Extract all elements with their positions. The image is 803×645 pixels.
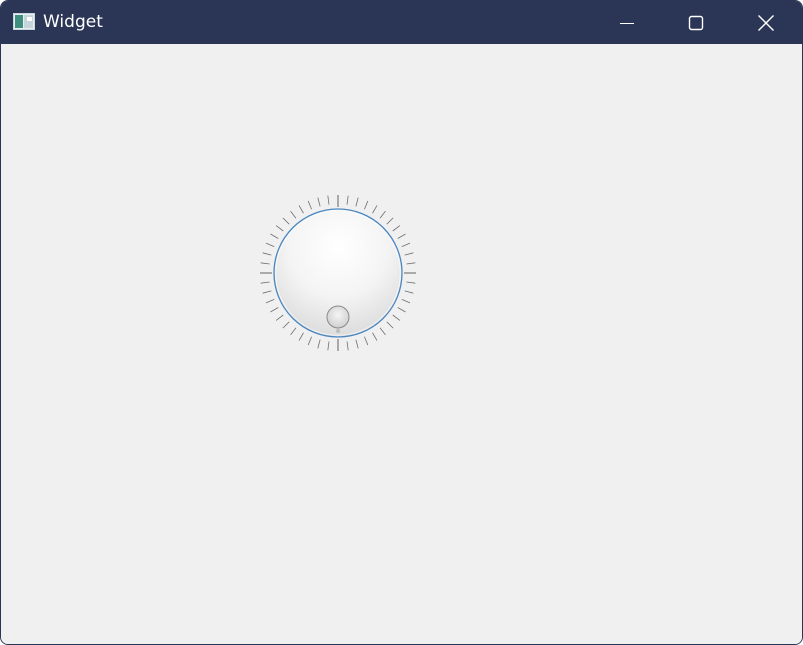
dial-notch — [401, 242, 411, 247]
dial-notch — [401, 299, 411, 304]
dial-notch — [290, 210, 297, 219]
dial-notch — [386, 321, 394, 329]
dial-notch — [355, 197, 359, 207]
app-window: Widget — [0, 0, 803, 645]
maximize-button[interactable] — [662, 1, 730, 44]
dial-notch — [282, 217, 290, 225]
dial-notch — [406, 281, 416, 284]
dial-notch — [392, 225, 401, 232]
title-bar[interactable]: Widget — [1, 1, 802, 44]
window-title: Widget — [43, 12, 103, 32]
dial-notch — [260, 281, 270, 284]
dial-notch — [317, 339, 321, 349]
dial-notch — [327, 195, 330, 205]
close-icon — [758, 14, 774, 31]
minimize-icon — [620, 22, 634, 24]
maximize-icon — [688, 15, 704, 30]
dial-notch — [317, 197, 321, 207]
dial-notch — [298, 332, 304, 341]
dial-notch — [275, 314, 284, 321]
dial-notch — [364, 336, 369, 346]
dial-notch — [406, 262, 416, 265]
client-area — [1, 44, 802, 644]
dial-notch — [265, 242, 275, 247]
dial-notch — [307, 336, 312, 346]
dial-notch — [260, 262, 270, 265]
dial-notch — [372, 205, 378, 214]
dial-notch — [290, 327, 297, 336]
dial-notch — [372, 332, 378, 341]
dial-notch — [392, 314, 401, 321]
dial-notch — [270, 307, 279, 313]
dial-notch — [364, 200, 369, 210]
dial-notch — [404, 290, 414, 294]
dial-notch — [265, 299, 275, 304]
dial-handle-dot — [336, 329, 340, 333]
dial-notch — [262, 290, 272, 294]
dial-notch — [355, 339, 359, 349]
app-icon — [13, 13, 35, 30]
close-button[interactable] — [732, 1, 800, 44]
dial-notch — [379, 327, 386, 336]
dial-notch — [386, 217, 394, 225]
dial-notch — [307, 200, 312, 210]
dial-notch — [298, 205, 304, 214]
dial-notch — [282, 321, 290, 329]
minimize-button[interactable] — [593, 1, 661, 44]
dial-notch — [270, 233, 279, 239]
dial-notch — [404, 252, 414, 256]
dial-notch — [346, 341, 349, 351]
dial-notch — [397, 233, 406, 239]
dial-handle[interactable] — [326, 305, 350, 329]
dial-notch — [346, 195, 349, 205]
dial-notch — [379, 210, 386, 219]
dial-notch — [397, 307, 406, 313]
dial[interactable] — [256, 191, 420, 355]
dial-notch — [275, 225, 284, 232]
dial-notch — [327, 341, 330, 351]
dial-notch — [262, 252, 272, 256]
